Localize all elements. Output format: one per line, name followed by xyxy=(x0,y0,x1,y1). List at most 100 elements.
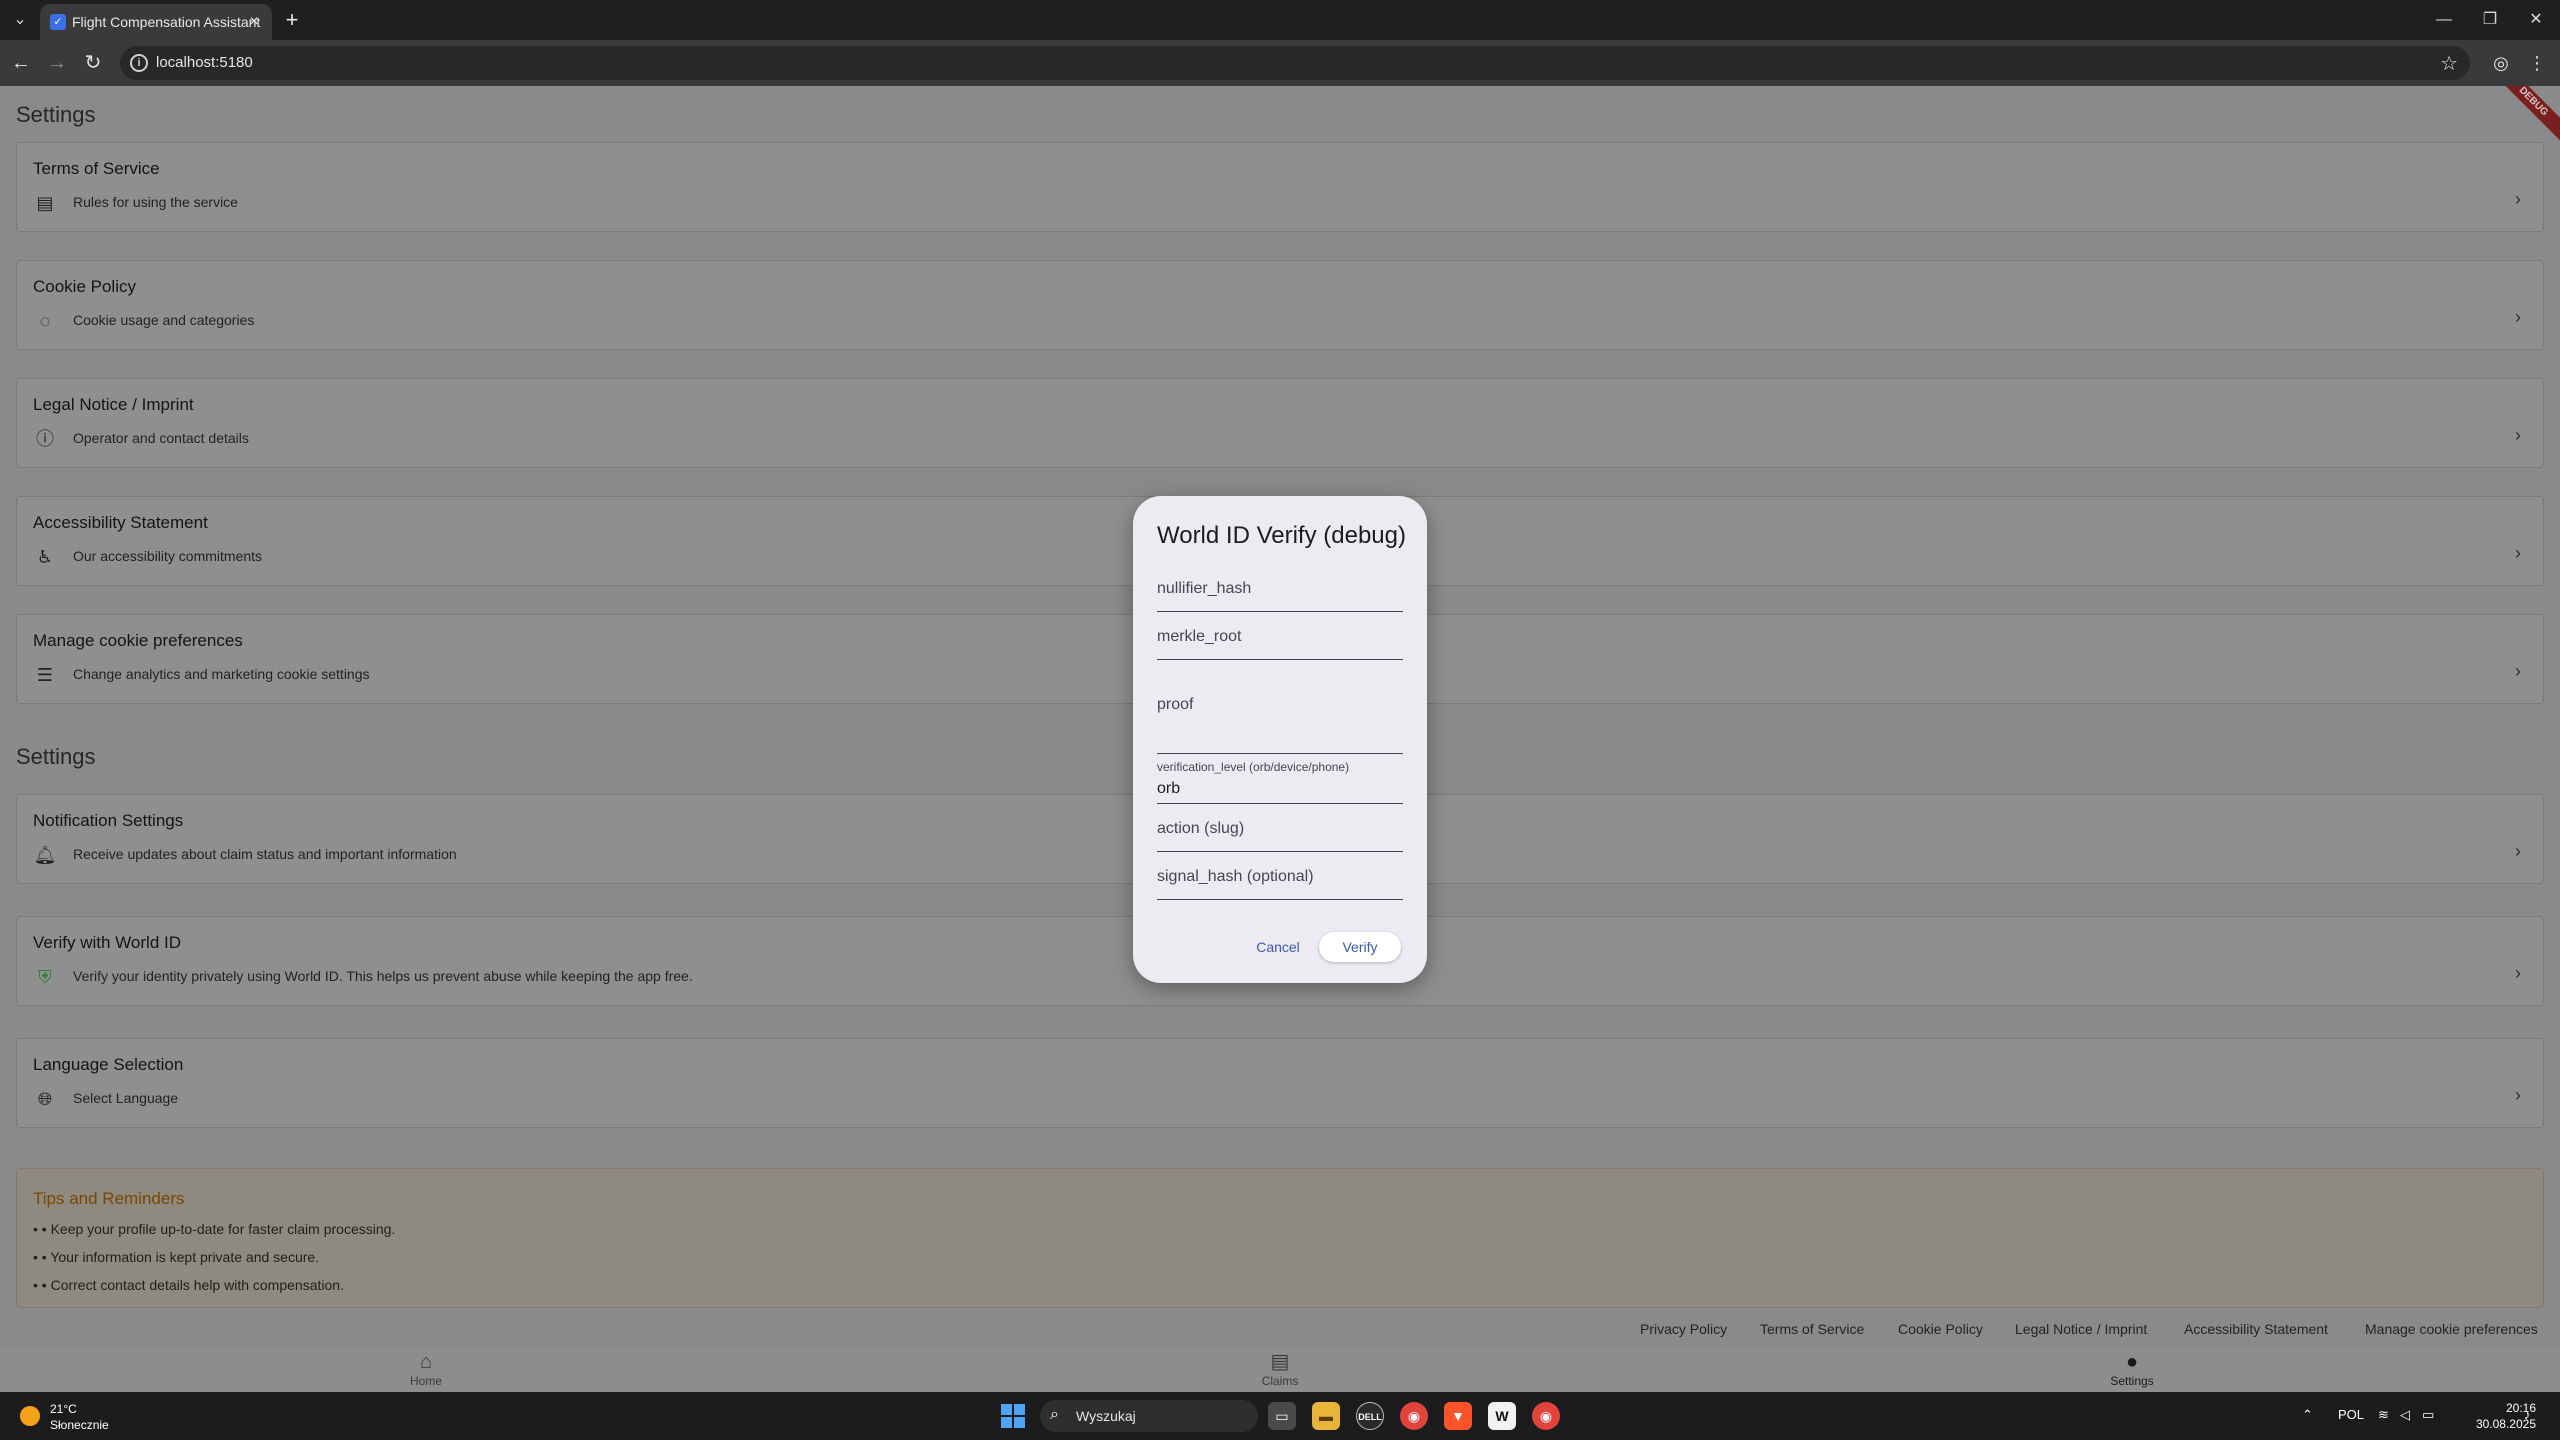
chevron-right-icon: › xyxy=(2515,1085,2521,1105)
settings-item-terms[interactable]: Terms of Service ▤ Rules for using the s… xyxy=(16,142,2544,232)
item-subtitle: Change analytics and marketing cookie se… xyxy=(73,666,370,682)
section-title-settings: Settings xyxy=(16,744,96,769)
restore-icon[interactable]: ❐ xyxy=(2470,4,2510,36)
signal-hash-field[interactable]: signal_hash (optional) xyxy=(1157,860,1403,900)
tab-favicon-icon: ✓ xyxy=(50,14,66,30)
bell-icon: 🔔︎ xyxy=(33,845,57,865)
nullifier-hash-field[interactable]: nullifier_hash xyxy=(1157,576,1403,612)
keyboard-language[interactable]: POL xyxy=(2338,1407,2364,1422)
url-text[interactable]: localhost:5180 xyxy=(156,54,253,71)
tips-title: Tips and Reminders xyxy=(33,1189,185,1208)
tray-overflow-icon[interactable]: ⌃ xyxy=(2302,1407,2313,1423)
nav-label: Settings xyxy=(2110,1374,2154,1388)
person-icon: ● xyxy=(2125,1351,2139,1373)
nav-label: Home xyxy=(409,1374,442,1388)
new-tab-plus-icon[interactable]: + xyxy=(280,8,304,32)
field-label: verification_level (orb/device/phone) xyxy=(1157,760,1350,774)
volume-icon[interactable]: ◁ xyxy=(2400,1407,2410,1423)
os-taskbar: 21°C Słonecznie ⌕ Wyszukaj ▭ ▬ DELL ◉ ▼ … xyxy=(0,1392,2560,1440)
back-arrow-icon[interactable]: ← xyxy=(8,50,34,76)
footer-link-terms[interactable]: Terms of Service xyxy=(1760,1321,1864,1337)
file-explorer-icon[interactable]: ▬ xyxy=(1312,1402,1340,1430)
notification-bell-icon[interactable]: ♪ xyxy=(2524,1407,2531,1422)
item-subtitle: Rules for using the service xyxy=(73,194,238,210)
item-subtitle: Cookie usage and categories xyxy=(73,312,255,328)
cookie-icon: ◌ xyxy=(39,311,51,331)
footer-link-privacy[interactable]: Privacy Policy xyxy=(1640,1321,1727,1337)
field-placeholder: signal_hash (optional) xyxy=(1157,868,1314,885)
cancel-button[interactable]: Cancel xyxy=(1243,932,1313,962)
tip-item: • • Correct contact details help with co… xyxy=(33,1277,344,1293)
browser-tab[interactable]: ✓ Flight Compensation Assistant × xyxy=(40,4,272,40)
app-w-icon[interactable]: W xyxy=(1488,1402,1516,1430)
field-value: orb xyxy=(1157,780,1181,797)
chrome-active-icon[interactable]: ◉ xyxy=(1532,1402,1560,1430)
item-title: Notification Settings xyxy=(33,811,184,830)
item-title: Accessibility Statement xyxy=(33,513,208,532)
weather-temperature[interactable]: 21°C xyxy=(50,1402,77,1416)
globe-icon: 🌐︎ xyxy=(37,1089,53,1109)
more-menu-icon[interactable]: ⋮ xyxy=(2524,50,2550,76)
wifi-icon[interactable]: ≋ xyxy=(2378,1407,2389,1423)
tune-icon: ☰ xyxy=(36,665,54,685)
settings-item-cookie-policy[interactable]: Cookie Policy ◌ Cookie usage and categor… xyxy=(16,260,2544,350)
accessibility-icon: ♿ xyxy=(36,547,54,567)
merkle-root-field[interactable]: merkle_root xyxy=(1157,624,1403,660)
minimize-icon[interactable]: — xyxy=(2424,4,2464,36)
footer-link-cookie-preferences[interactable]: Manage cookie preferences xyxy=(2365,1321,2538,1337)
weather-description[interactable]: Słonecznie xyxy=(50,1418,109,1432)
item-title: Cookie Policy xyxy=(33,277,136,296)
nav-claims[interactable]: ▤ Claims xyxy=(1220,1348,1340,1392)
tab-close-icon[interactable]: × xyxy=(244,12,264,32)
taskbar-search[interactable]: ⌕ Wyszukaj xyxy=(1040,1400,1258,1432)
address-bar[interactable]: i localhost:5180 ☆ xyxy=(120,46,2470,80)
brave-icon[interactable]: ▼ xyxy=(1444,1402,1472,1430)
browser-toolbar: ← → ↻ i localhost:5180 ☆ ◎ ⋮ xyxy=(0,40,2560,86)
bookmark-star-icon[interactable]: ☆ xyxy=(2440,51,2458,76)
item-subtitle: Select Language xyxy=(73,1090,179,1106)
chevron-right-icon: › xyxy=(2515,425,2521,445)
bottom-navigation: ⌂ Home ▤ Claims ● Settings xyxy=(0,1348,2560,1392)
browser-tab-strip: ⌄ ✓ Flight Compensation Assistant × + — … xyxy=(0,0,2560,40)
nav-home[interactable]: ⌂ Home xyxy=(366,1348,486,1392)
document-icon: ▤ xyxy=(36,193,54,213)
dell-icon[interactable]: DELL xyxy=(1356,1402,1384,1430)
item-title: Verify with World ID xyxy=(33,933,182,952)
profile-icon[interactable]: ◎ xyxy=(2488,50,2514,76)
sun-weather-icon[interactable] xyxy=(20,1406,40,1426)
settings-item-legal-notice[interactable]: Legal Notice / Imprint ⓘ Operator and co… xyxy=(16,378,2544,468)
battery-icon[interactable]: ▭ xyxy=(2422,1407,2434,1423)
chrome-icon[interactable]: ◉ xyxy=(1400,1402,1428,1430)
task-view-icon[interactable]: ▭ xyxy=(1268,1402,1296,1430)
action-slug-field[interactable]: action (slug) xyxy=(1157,812,1403,852)
footer-link-cookie-policy[interactable]: Cookie Policy xyxy=(1898,1321,1983,1337)
footer-links: Privacy Policy Terms of Service Cookie P… xyxy=(0,1308,2560,1348)
proof-field[interactable]: proof xyxy=(1157,672,1403,754)
chevron-right-icon: › xyxy=(2515,189,2521,209)
field-placeholder: nullifier_hash xyxy=(1157,580,1252,597)
window-close-icon[interactable]: ✕ xyxy=(2516,4,2556,36)
search-placeholder: Wyszukaj xyxy=(1076,1408,1136,1424)
tip-item: • • Keep your profile up-to-date for fas… xyxy=(33,1221,396,1237)
nav-label: Claims xyxy=(1261,1374,1299,1388)
footer-link-accessibility[interactable]: Accessibility Statement xyxy=(2184,1321,2328,1337)
windows-start-icon[interactable] xyxy=(1001,1404,1025,1428)
reload-icon[interactable]: ↻ xyxy=(80,50,106,76)
search-icon: ⌕ xyxy=(1050,1406,1059,1423)
tab-search-chevron-icon[interactable]: ⌄ xyxy=(8,8,32,32)
field-placeholder: proof xyxy=(1157,696,1194,713)
forward-arrow-icon[interactable]: → xyxy=(44,50,70,76)
tips-card: Tips and Reminders • • Keep your profile… xyxy=(16,1168,2544,1308)
verify-button[interactable]: Verify xyxy=(1319,932,1401,962)
item-title: Legal Notice / Imprint xyxy=(33,395,194,414)
debug-banner: DEBUG xyxy=(2488,86,2560,147)
footer-link-legal-notice[interactable]: Legal Notice / Imprint xyxy=(2015,1321,2147,1337)
verification-level-field[interactable]: verification_level (orb/device/phone) or… xyxy=(1157,760,1403,804)
field-placeholder: action (slug) xyxy=(1157,820,1245,837)
site-info-icon[interactable]: i xyxy=(130,54,148,72)
item-title: Language Selection xyxy=(33,1055,184,1074)
item-subtitle: Our accessibility commitments xyxy=(73,548,263,564)
tip-item: • • Your information is kept private and… xyxy=(33,1249,320,1265)
nav-settings[interactable]: ● Settings xyxy=(2072,1348,2192,1392)
settings-item-language[interactable]: Language Selection 🌐︎ Select Language › xyxy=(16,1038,2544,1128)
